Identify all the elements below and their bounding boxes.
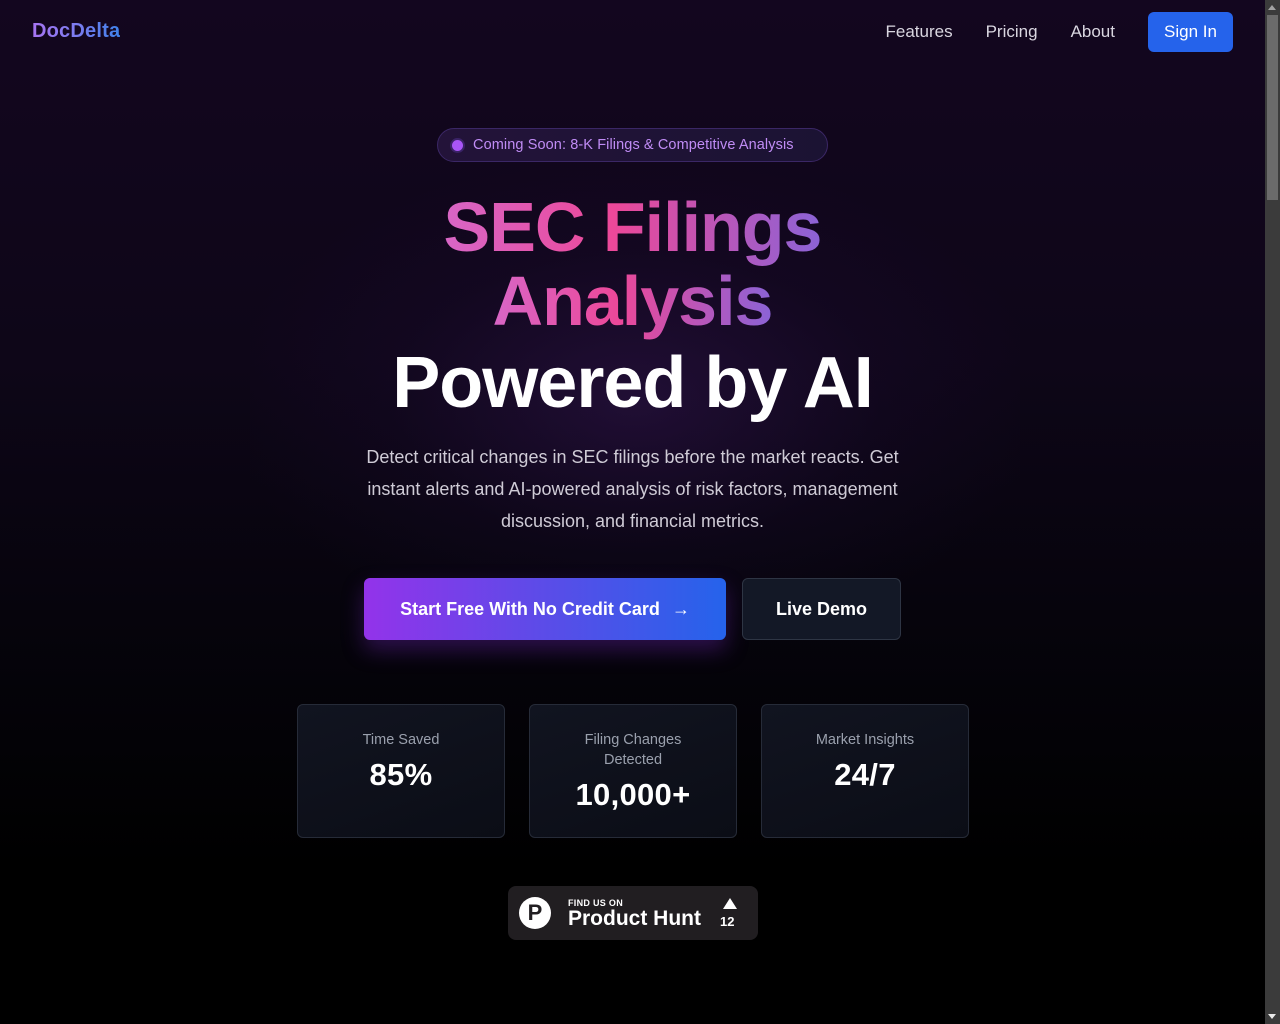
coming-soon-badge: Coming Soon: 8-K Filings & Competitive A… <box>437 128 828 162</box>
arrow-right-icon: → <box>671 598 690 619</box>
stat-value: 85% <box>369 757 433 792</box>
scroll-down-arrow-icon[interactable] <box>1268 1014 1276 1019</box>
upvote-count: 12 <box>720 914 735 929</box>
logo[interactable]: DocDelta <box>32 20 120 43</box>
product-hunt-badge[interactable]: P FIND US ON Product Hunt 12 <box>508 886 758 940</box>
nav-link-pricing[interactable]: Pricing <box>986 12 1038 52</box>
live-demo-button[interactable]: Live Demo <box>742 578 901 640</box>
scrollbar-thumb[interactable] <box>1267 15 1278 200</box>
product-hunt-name: Product Hunt <box>568 907 701 930</box>
nav-links: Features Pricing About Sign In <box>886 12 1233 52</box>
stat-value: 10,000+ <box>575 777 691 812</box>
stat-card-filing-changes: Filing Changes Detected 10,000+ <box>529 704 737 838</box>
scroll-up-arrow-icon[interactable] <box>1268 5 1276 10</box>
status-dot-icon <box>452 139 463 151</box>
vertical-scrollbar[interactable] <box>1265 0 1280 1024</box>
product-hunt-logo-icon: P <box>519 897 551 929</box>
stat-label: Time Saved <box>362 732 440 748</box>
sign-in-button[interactable]: Sign In <box>1148 12 1233 52</box>
nav-link-about[interactable]: About <box>1071 12 1115 52</box>
title-line-3: Powered by AI <box>392 343 873 423</box>
title-line-2: Analysis <box>492 262 774 340</box>
stat-card-time-saved: Time Saved 85% <box>297 704 505 838</box>
title-line-1: SEC Filings <box>443 188 823 266</box>
badge-text: Coming Soon: 8-K Filings & Competitive A… <box>473 137 794 153</box>
start-free-button[interactable]: Start Free With No Credit Card → <box>364 578 726 640</box>
stat-card-market-insights: Market Insights 24/7 <box>761 704 969 838</box>
nav-link-features[interactable]: Features <box>886 12 953 52</box>
page-title: SEC Filings Analysis Powered by AI <box>0 190 1265 420</box>
start-free-label: Start Free With No Credit Card <box>400 598 660 619</box>
landing-page: DocDelta Features Pricing About Sign In … <box>0 0 1265 1024</box>
hero-subtitle: Detect critical changes in SEC filings b… <box>366 447 899 531</box>
top-nav: DocDelta Features Pricing About Sign In <box>0 0 1265 64</box>
upvote-triangle-icon <box>723 898 737 909</box>
stat-value: 24/7 <box>834 757 896 792</box>
stat-label: Filing Changes Detected <box>584 732 682 768</box>
stat-label: Market Insights <box>815 732 915 748</box>
